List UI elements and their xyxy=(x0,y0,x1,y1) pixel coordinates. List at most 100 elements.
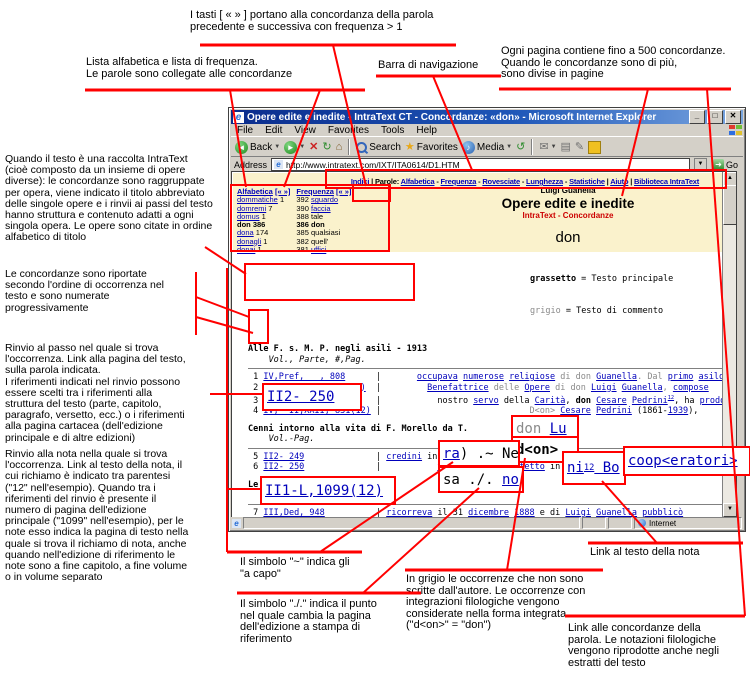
text-link[interactable]: coop<eratori> xyxy=(628,454,738,468)
scroll-thumb[interactable] xyxy=(723,185,737,225)
text-link[interactable]: II2- 250 xyxy=(267,390,334,404)
favorites-star-icon: ★ xyxy=(405,141,415,154)
media-icon: ♪ xyxy=(462,141,475,154)
status-bar: e Internet xyxy=(231,517,743,529)
text-link[interactable]: Cesare xyxy=(596,396,627,406)
menu-favorites[interactable]: Favorites xyxy=(322,125,375,136)
messenger-button[interactable] xyxy=(588,141,601,154)
edit-button[interactable]: ✎ xyxy=(575,141,584,154)
work-title: Alle F. s. M. P. negli asili - 1913 xyxy=(248,344,726,355)
magnifier-page-reference: II2- 250 xyxy=(262,383,362,411)
edit-icon: ✎ xyxy=(575,141,584,154)
toolbar: ◄ Back▼ ►▼ ✕ ↻ ⌂ Search ★ Favorites xyxy=(231,136,743,157)
text-link[interactable]: primo xyxy=(668,372,694,382)
menu-file[interactable]: File xyxy=(231,125,259,136)
text-link[interactable]: Lu xyxy=(550,422,567,436)
home-button[interactable]: ⌂ xyxy=(336,141,343,154)
highlight-frequenza-arrows xyxy=(352,184,391,202)
concordance-row: 1 IV,Pref, , 808 | occupava numerose rel… xyxy=(248,372,726,383)
back-button[interactable]: ◄ Back▼ xyxy=(235,141,280,154)
toolbar-separator xyxy=(531,139,533,155)
refresh-button[interactable]: ↻ xyxy=(322,141,331,154)
history-button[interactable]: ↺ xyxy=(516,141,525,154)
status-panel xyxy=(608,517,632,529)
text-link[interactable]: Luigi xyxy=(591,383,617,393)
address-label: Address xyxy=(234,160,267,170)
back-icon: ◄ xyxy=(235,141,248,154)
text-link[interactable]: occupava xyxy=(417,372,458,382)
magnifier-word-link: coop<eratori> xyxy=(623,446,750,476)
work-title: Opere edite e inedite xyxy=(418,196,718,211)
text-link[interactable]: Pedrini xyxy=(596,406,632,416)
windows-logo-icon xyxy=(729,125,743,135)
callout-passage-reference: Rinvio al passo nel quale si trova l'occ… xyxy=(5,343,220,444)
status-zone-label: Internet xyxy=(649,519,676,528)
current-word: don xyxy=(418,229,718,246)
maximize-button[interactable]: □ xyxy=(707,110,723,124)
magnifier-note-link: ni12 Bo xyxy=(562,451,626,485)
text-link[interactable]: ra xyxy=(443,447,460,461)
scroll-down-button[interactable]: ▼ xyxy=(723,503,737,517)
callout-collection: Quando il testo è una raccolta IntraText… xyxy=(5,154,213,244)
work-title: Cenni intorno alla vita di F. Morello da… xyxy=(248,424,726,435)
callout-prev-next-keys: I tasti [ « » ] portano alla concordanza… xyxy=(190,10,470,33)
search-button[interactable]: Search xyxy=(356,142,401,153)
passage-reference-link[interactable]: IV,Pref, , 808 xyxy=(263,372,345,382)
text-link[interactable]: Guanella xyxy=(622,383,663,393)
menu-edit[interactable]: Edit xyxy=(259,125,288,136)
text-link[interactable]: II1-L,1099(12) xyxy=(265,484,383,498)
text-link[interactable]: asilo xyxy=(699,372,725,382)
text-link[interactable]: Guanella xyxy=(596,372,637,382)
document-header: Luigi Guanella Opere edite e inedite Int… xyxy=(418,186,718,246)
callout-occurrence-order: Le concordanze sono riportate secondo l'… xyxy=(5,269,193,314)
menu-tools[interactable]: Tools xyxy=(375,125,410,136)
text-link[interactable]: 1939 xyxy=(668,406,688,416)
text-link[interactable]: compose xyxy=(673,383,709,393)
minimize-button[interactable]: _ xyxy=(689,110,705,124)
callout-tilde-symbol: Il simbolo "~" indica gli "a capo" xyxy=(240,557,400,580)
media-button[interactable]: ♪ Media▼ xyxy=(462,141,512,154)
magnifier-note-reference: II1-L,1099(12) xyxy=(260,476,396,505)
text-link[interactable]: credini xyxy=(386,452,422,462)
title-bar[interactable]: e Opere edite e inedite - IntraText CT -… xyxy=(231,110,743,124)
forward-button[interactable]: ►▼ xyxy=(284,141,305,154)
text-link[interactable]: religiose xyxy=(509,372,555,382)
close-button[interactable]: ✕ xyxy=(725,110,741,124)
status-page-icon: e xyxy=(232,519,241,528)
favorites-button[interactable]: ★ Favorites xyxy=(405,141,458,154)
print-icon: ▤ xyxy=(561,141,571,154)
callout-word-lists: Lista alfabetica e lista di frequenza. L… xyxy=(86,57,376,80)
text-link[interactable]: Benefattrice xyxy=(427,383,488,393)
print-button[interactable]: ▤ xyxy=(561,141,571,154)
text-link[interactable]: Bo xyxy=(594,461,619,475)
home-icon: ⌂ xyxy=(336,141,343,154)
menu-help[interactable]: Help xyxy=(410,125,443,136)
callout-navigation-bar: Barra di navigazione xyxy=(378,60,508,72)
legend-line-2: grigio = Testo di commento xyxy=(530,306,726,317)
messenger-icon xyxy=(588,141,601,154)
text-link[interactable]: Carità xyxy=(535,396,566,406)
search-icon xyxy=(356,142,367,153)
ie-window-icon: e xyxy=(233,112,244,123)
menu-view[interactable]: View xyxy=(288,125,322,136)
magnifier-pagebreak-symbol: sa ./. no xyxy=(438,466,524,493)
text-link[interactable]: 12 xyxy=(584,464,594,473)
stop-button[interactable]: ✕ xyxy=(309,141,318,154)
text-link[interactable]: no xyxy=(502,473,519,487)
toolbar-separator xyxy=(348,139,350,155)
text-link[interactable]: Pedrini xyxy=(632,396,668,406)
text-link[interactable]: numerose xyxy=(463,372,504,382)
status-panel xyxy=(582,517,606,529)
highlight-row-numbers xyxy=(248,309,269,344)
forward-icon: ► xyxy=(284,141,297,154)
work-reference-scheme: Vol., Parte, #,Pag. xyxy=(248,355,726,366)
mail-button[interactable]: ✉▼ xyxy=(539,141,556,154)
text-link[interactable]: Opere xyxy=(524,383,550,393)
legend-line-1: grassetto = Testo principale xyxy=(530,274,726,285)
passage-reference-link[interactable]: II2- 250 xyxy=(263,462,304,472)
annotated-screenshot: e Opere edite e inedite - IntraText CT -… xyxy=(0,0,750,690)
refresh-icon: ↻ xyxy=(322,141,331,154)
text-link[interactable]: servo xyxy=(473,396,499,406)
passage-reference-link[interactable]: II2- 249 xyxy=(263,452,304,462)
text-link[interactable]: ni xyxy=(567,461,584,475)
